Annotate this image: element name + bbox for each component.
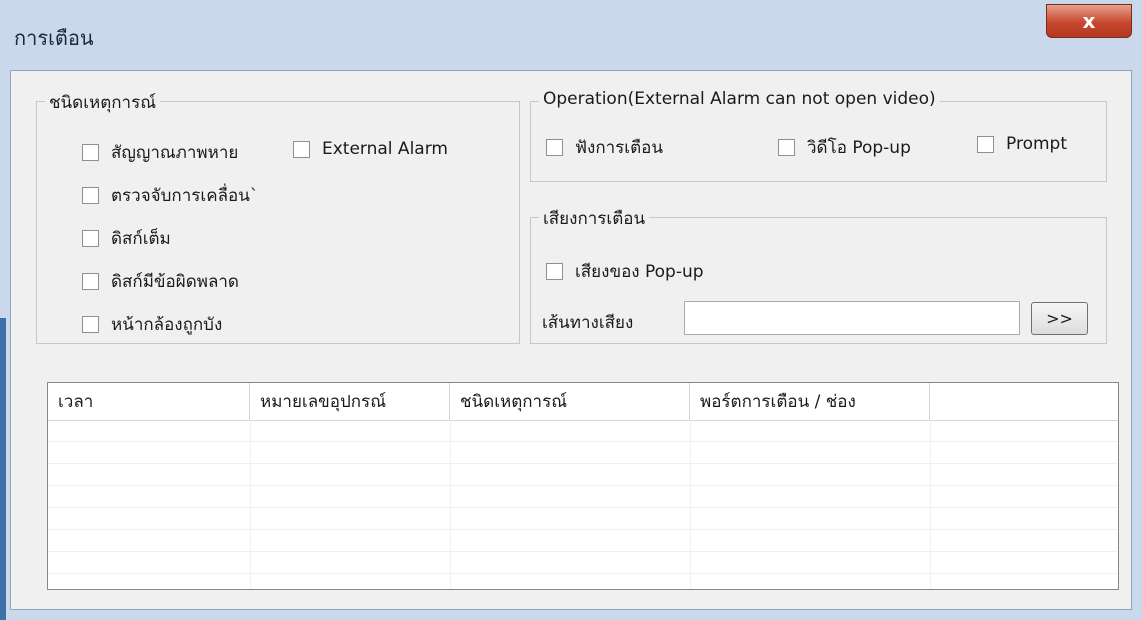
checkbox-box[interactable] [82,187,99,204]
checkbox-external-alarm[interactable]: External Alarm [293,139,448,159]
empty-list-row [48,464,1118,486]
checkbox-disk-error[interactable]: ดิสก์มีข้อผิดพลาด [82,268,239,295]
checkbox-label: ฟังการเตือน [575,138,663,158]
sound-path-label: เส้นทางเสียง [542,313,634,333]
window-frame-accent [0,318,6,620]
column-divider [250,420,251,589]
empty-list-row [48,552,1118,574]
checkbox-box[interactable] [82,273,99,290]
column-header-empty[interactable] [930,383,1118,420]
checkbox-popup-sound[interactable]: เสียงของ Pop-up [546,258,704,285]
checkbox-label: หน้ากล้องถูกบัง [111,315,223,335]
close-button[interactable]: x [1046,4,1132,38]
close-icon: x [1082,9,1096,33]
title-bar[interactable]: การเตือน x [0,0,1142,70]
event-type-group: ชนิดเหตุการณ์ สัญญาณภาพหาย External Alar… [36,89,520,344]
checkbox-label: เสียงของ Pop-up [575,262,704,282]
checkbox-label: ดิสก์มีข้อผิดพลาด [111,272,239,292]
checkbox-box[interactable] [546,263,563,280]
checkbox-box[interactable] [977,135,994,153]
column-divider [930,420,931,589]
operation-group: Operation(External Alarm can not open vi… [530,89,1107,182]
checkbox-label: วิดีโอ Pop-up [807,138,911,158]
window-title: การเตือน [14,26,94,50]
checkbox-box[interactable] [82,230,99,247]
checkbox-camera-masking[interactable]: หน้ากล้องถูกบัง [82,311,222,338]
checkbox-video-loss[interactable]: สัญญาณภาพหาย [82,139,238,166]
column-header-event-type[interactable]: ชนิดเหตุการณ์ [450,383,690,420]
empty-list-row [48,508,1118,530]
alarm-window: การเตือน x ชนิดเหตุการณ์ สัญญาณภาพหาย Ex… [0,0,1142,620]
sound-path-input[interactable] [684,301,1020,335]
checkbox-label: สัญญาณภาพหาย [111,143,239,163]
checkbox-listen-alarm[interactable]: ฟังการเตือน [546,134,663,161]
checkbox-motion-detect[interactable]: ตรวจจับการเคลื่อน` [82,182,258,209]
checkbox-box[interactable] [293,140,310,158]
alarm-sound-legend: เสียงการเตือน [539,205,650,232]
operation-legend: Operation(External Alarm can not open vi… [539,89,940,109]
checkbox-box[interactable] [546,139,563,156]
checkbox-box[interactable] [82,316,99,333]
checkbox-disk-full[interactable]: ดิสก์เต็ม [82,225,171,252]
empty-list-row [48,420,1118,442]
alarm-sound-group: เสียงการเตือน เสียงของ Pop-up เส้นทางเสี… [530,205,1107,344]
column-header-alarm-port-channel[interactable]: พอร์ตการเตือน / ช่อง [690,383,930,420]
checkbox-video-popup[interactable]: วิดีโอ Pop-up [778,134,911,161]
checkbox-label: External Alarm [322,139,448,159]
event-type-legend: ชนิดเหตุการณ์ [45,89,160,116]
column-divider [450,420,451,589]
column-divider [690,420,691,589]
dialog-client-area: ชนิดเหตุการณ์ สัญญาณภาพหาย External Alar… [10,70,1132,610]
alarm-list-header: เวลา หมายเลขอุปกรณ์ ชนิดเหตุการณ์ พอร์ตก… [48,383,1118,421]
checkbox-box[interactable] [778,139,795,156]
column-header-time[interactable]: เวลา [48,383,250,420]
checkbox-label: ดิสก์เต็ม [111,229,171,249]
browse-sound-button[interactable]: >> [1031,302,1088,335]
empty-list-row [48,530,1118,552]
checkbox-box[interactable] [82,144,99,161]
empty-list-row [48,486,1118,508]
checkbox-label: Prompt [1006,134,1067,154]
empty-list-row [48,442,1118,464]
column-header-device-number[interactable]: หมายเลขอุปกรณ์ [250,383,450,420]
checkbox-prompt[interactable]: Prompt [977,134,1067,154]
checkbox-label: ตรวจจับการเคลื่อน` [111,186,259,206]
alarm-list[interactable]: เวลา หมายเลขอุปกรณ์ ชนิดเหตุการณ์ พอร์ตก… [47,382,1119,590]
